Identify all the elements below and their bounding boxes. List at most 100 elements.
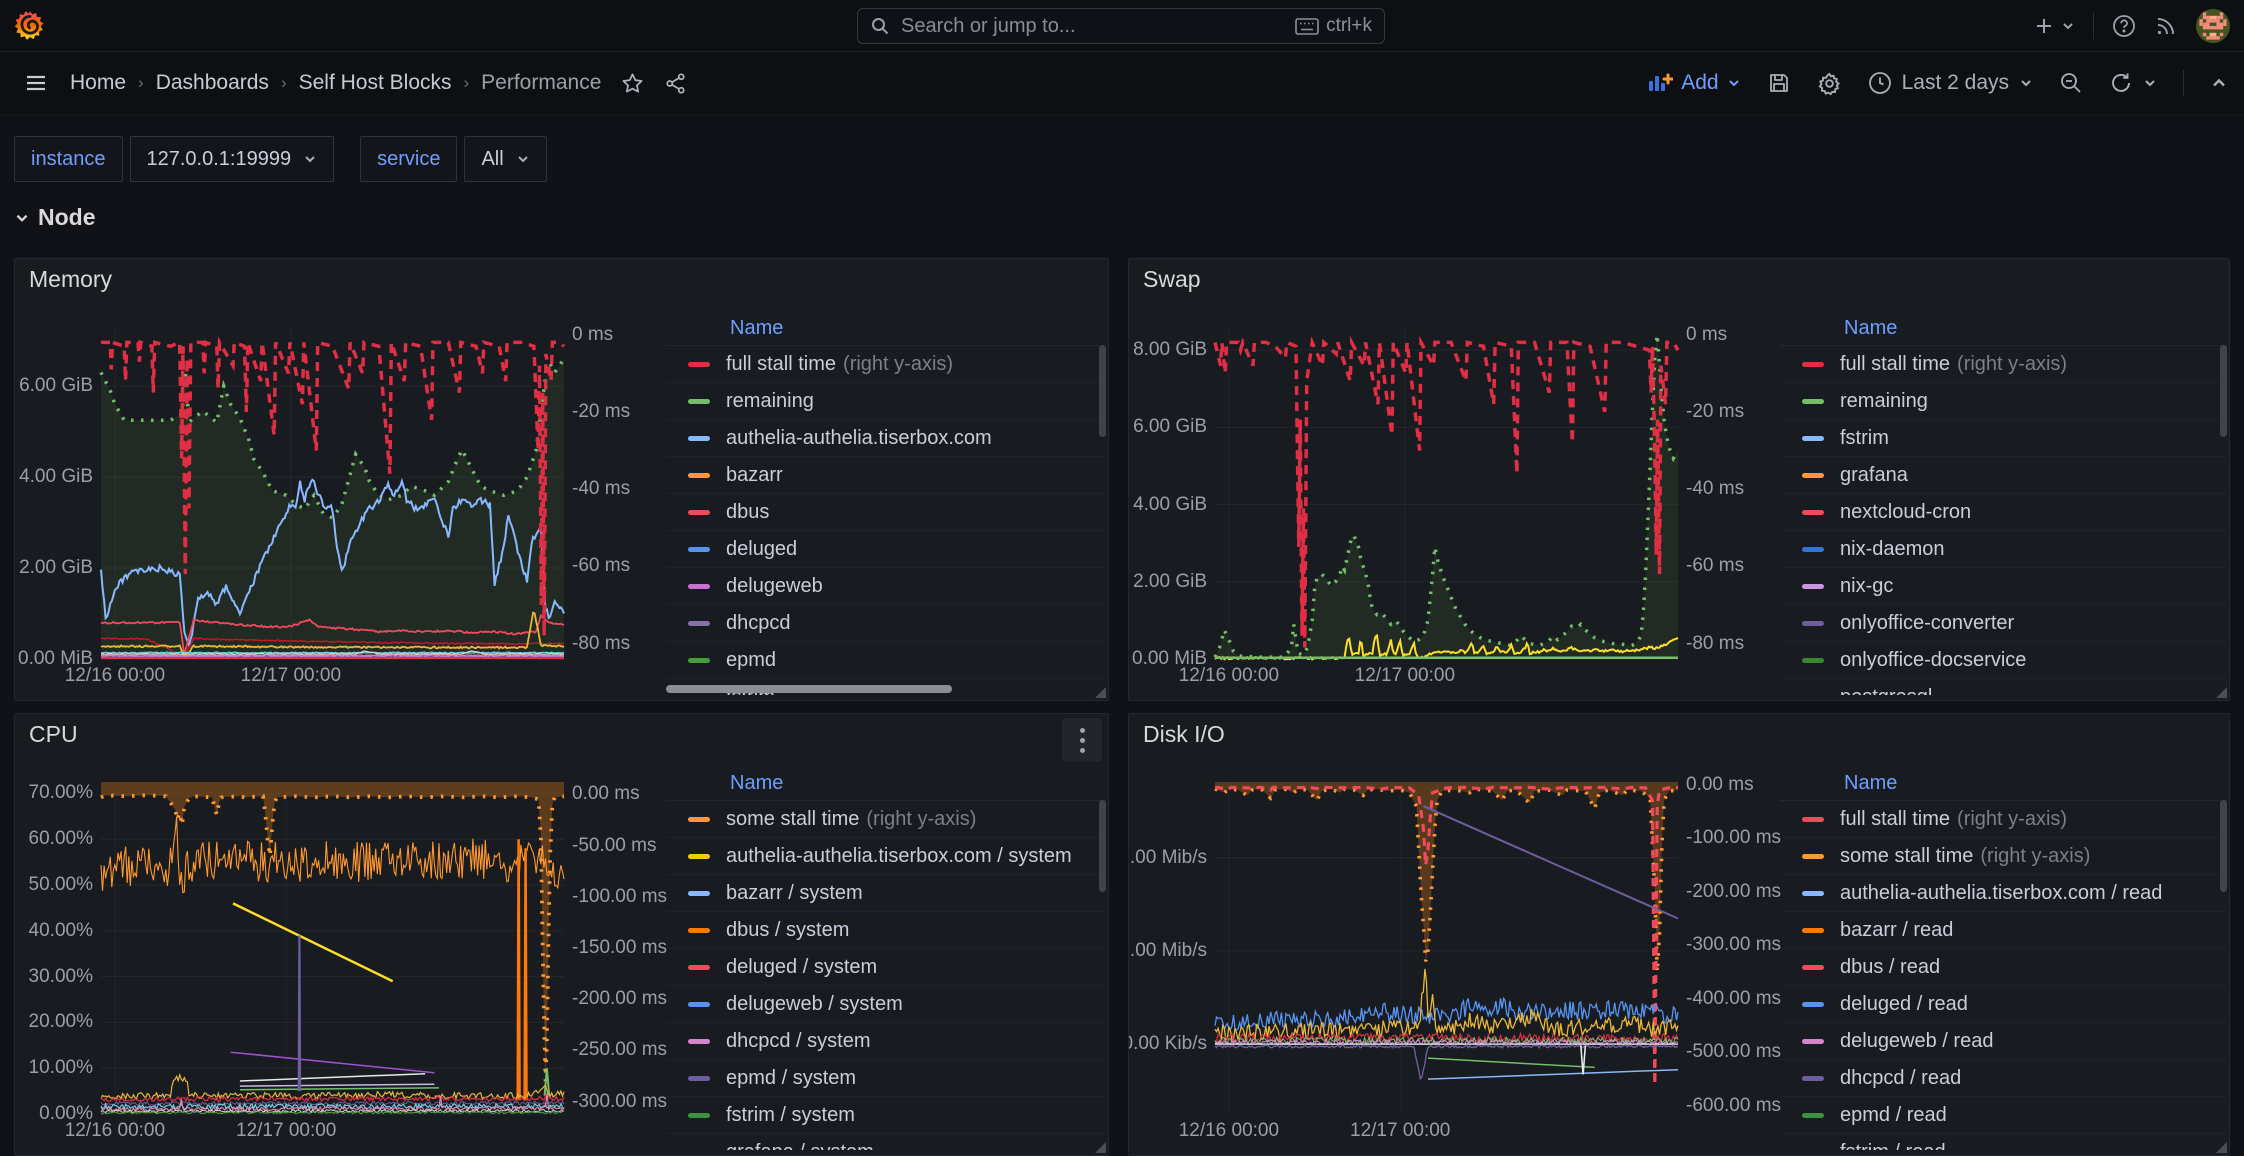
dashboard-settings-button[interactable] — [1817, 71, 1842, 96]
legend-item[interactable]: full stall time(right y-axis) — [1780, 346, 2227, 383]
legend-h-scrollbar[interactable] — [666, 685, 952, 693]
legend-item[interactable]: full stall time(right y-axis) — [1780, 801, 2227, 838]
legend-series-color — [1802, 510, 1824, 515]
time-range-picker[interactable]: Last 2 days — [1868, 71, 2033, 95]
legend-item[interactable]: nix-gc — [1780, 568, 2227, 605]
legend-scrollbar[interactable] — [1099, 800, 1106, 892]
legend-name-header[interactable]: Name — [666, 766, 1106, 801]
panel-resize-handle[interactable] — [1095, 687, 1106, 698]
legend-item[interactable]: postgresql — [1780, 679, 2227, 695]
new-button[interactable] — [2033, 15, 2075, 37]
row-node[interactable]: Node — [14, 204, 96, 231]
legend-item[interactable]: dbus / system — [666, 912, 1106, 949]
chart-plot[interactable]: 12/16 00:0012/17 00:00 — [101, 327, 564, 659]
legend-series-color — [1802, 1076, 1824, 1081]
legend-item[interactable]: delugeweb / system — [666, 986, 1106, 1023]
variable-label[interactable]: instance — [14, 136, 123, 182]
legend-item[interactable]: some stall time(right y-axis) — [1780, 838, 2227, 875]
breadcrumb-item[interactable]: Dashboards — [156, 71, 269, 95]
legend-item[interactable]: full stall time(right y-axis) — [666, 346, 1106, 383]
legend-item[interactable]: bazarr — [666, 457, 1106, 494]
breadcrumb-item[interactable]: Home — [70, 71, 126, 95]
y-axis-label: 8.00 Mib/s — [1128, 940, 1207, 962]
legend-item[interactable]: fstrim / read — [1780, 1134, 2227, 1150]
chart-plot[interactable]: 12/16 00:0012/17 00:00 — [1215, 782, 1678, 1114]
legend-scrollbar[interactable] — [2220, 345, 2227, 437]
legend-item[interactable]: deluged — [666, 531, 1106, 568]
legend-item[interactable]: authelia-authelia.tiserbox.com / read — [1780, 875, 2227, 912]
favorite-star-icon[interactable] — [621, 72, 644, 95]
panel-resize-handle[interactable] — [2216, 687, 2227, 698]
legend-item[interactable]: epmd / system — [666, 1060, 1106, 1097]
legend-scrollbar[interactable] — [2220, 800, 2227, 892]
variable-label[interactable]: service — [360, 136, 457, 182]
share-icon[interactable] — [664, 72, 687, 95]
y-axis-label: -40 ms — [1686, 478, 1744, 500]
legend-name-header[interactable]: Name — [1780, 311, 2227, 346]
variable-value-dropdown[interactable]: 127.0.0.1:19999 — [130, 136, 335, 182]
menu-toggle-icon[interactable] — [24, 71, 48, 95]
help-button[interactable] — [2112, 14, 2136, 38]
legend-item[interactable]: bazarr / system — [666, 875, 1106, 912]
legend-item[interactable]: authelia-authelia.tiserbox.com — [666, 420, 1106, 457]
legend-name-header[interactable]: Name — [666, 311, 1106, 346]
legend-scrollbar[interactable] — [1099, 345, 1106, 437]
legend-item[interactable]: dbus / read — [1780, 949, 2227, 986]
legend-series-color — [688, 436, 710, 441]
legend-item[interactable]: nextcloud-cron — [1780, 494, 2227, 531]
legend-name-header[interactable]: Name — [1780, 766, 2227, 801]
grafana-logo[interactable] — [10, 6, 50, 46]
x-axis-label: 12/16 00:00 — [1179, 665, 1279, 687]
add-panel-button[interactable]: Add — [1647, 71, 1740, 95]
legend-item[interactable]: fstrim / system — [666, 1097, 1106, 1134]
legend-item[interactable]: epmd — [666, 642, 1106, 679]
legend-item[interactable]: epmd / read — [1780, 1097, 2227, 1134]
legend-item[interactable]: grafana — [1780, 457, 2227, 494]
panel-title[interactable]: Memory — [29, 266, 112, 293]
search-input[interactable] — [899, 14, 1286, 39]
legend-item[interactable]: some stall time(right y-axis) — [666, 801, 1106, 838]
legend-item[interactable]: grafana / system — [666, 1134, 1106, 1150]
legend-item[interactable]: delugeweb / read — [1780, 1023, 2227, 1060]
legend-item[interactable]: remaining — [666, 383, 1106, 420]
legend-series-label: delugeweb — [726, 575, 823, 598]
legend-series-color — [1802, 621, 1824, 626]
y-axis-label: 6.00 GiB — [19, 375, 93, 397]
legend-item[interactable]: dhcpcd / read — [1780, 1060, 2227, 1097]
legend-series-label: grafana — [1840, 464, 1908, 487]
panel-title[interactable]: CPU — [29, 721, 78, 748]
legend-item[interactable]: delugeweb — [666, 568, 1106, 605]
legend-item[interactable]: dhcpcd / system — [666, 1023, 1106, 1060]
refresh-button[interactable] — [2109, 71, 2157, 95]
global-search[interactable]: ctrl+k — [857, 8, 1385, 44]
chart-plot[interactable]: 12/16 00:0012/17 00:00 — [1215, 327, 1678, 659]
breadcrumb-item[interactable]: Self Host Blocks — [299, 71, 452, 95]
zoom-out-button[interactable] — [2059, 71, 2083, 95]
legend-series-label: epmd / read — [1840, 1104, 1947, 1127]
legend-item[interactable]: onlyoffice-converter — [1780, 605, 2227, 642]
panel-resize-handle[interactable] — [2216, 1142, 2227, 1153]
legend-item[interactable]: dbus — [666, 494, 1106, 531]
legend-item[interactable]: dhcpcd — [666, 605, 1106, 642]
user-avatar[interactable] — [2196, 9, 2230, 43]
legend-series-label: dhcpcd — [726, 612, 791, 635]
chart-plot[interactable]: 12/16 00:0012/17 00:00 — [101, 782, 564, 1114]
news-icon[interactable] — [2154, 14, 2178, 38]
collapse-toolbar-button[interactable] — [2210, 74, 2228, 92]
variable-value-dropdown[interactable]: All — [464, 136, 546, 182]
legend-item[interactable]: onlyoffice-docservice — [1780, 642, 2227, 679]
panel-resize-handle[interactable] — [1095, 1142, 1106, 1153]
panel-title[interactable]: Swap — [1143, 266, 1201, 293]
legend-item[interactable]: nix-daemon — [1780, 531, 2227, 568]
legend-item[interactable]: bazarr / read — [1780, 912, 2227, 949]
legend-axis-note: (right y-axis) — [1957, 353, 2067, 376]
legend-item[interactable]: deluged / read — [1780, 986, 2227, 1023]
legend-item[interactable]: deluged / system — [666, 949, 1106, 986]
legend-item[interactable]: remaining — [1780, 383, 2227, 420]
panel-title[interactable]: Disk I/O — [1143, 721, 1225, 748]
legend-item[interactable]: fstrim — [1780, 420, 2227, 457]
save-dashboard-button[interactable] — [1767, 71, 1791, 95]
y-axis-label: 2.00 GiB — [19, 557, 93, 579]
legend-item[interactable]: authelia-authelia.tiserbox.com / system — [666, 838, 1106, 875]
legend-series-label: full stall time — [726, 353, 836, 376]
